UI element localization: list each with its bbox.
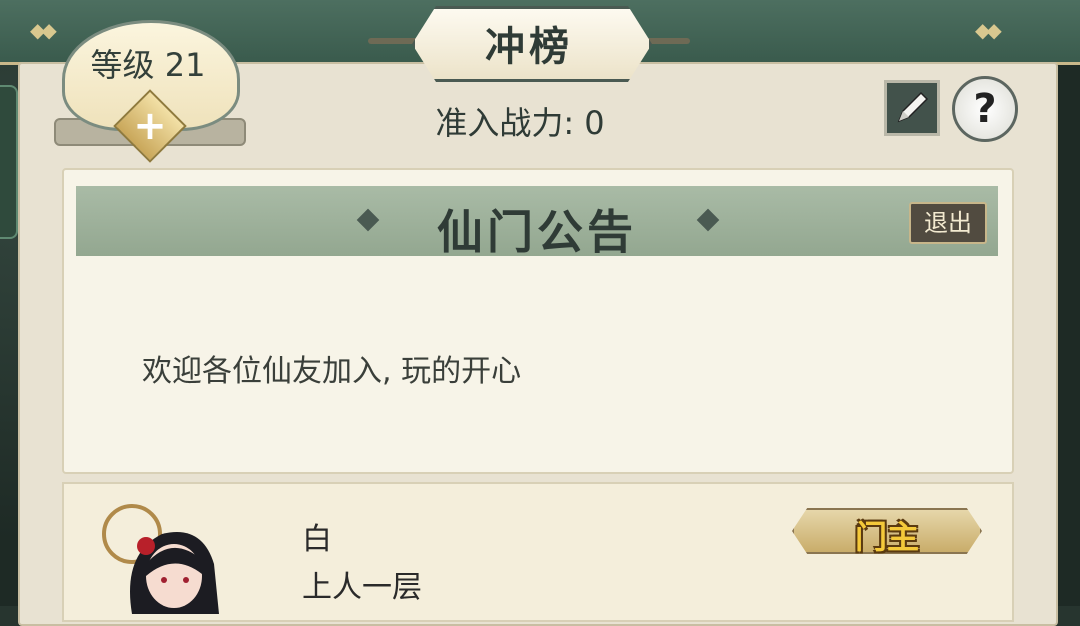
pencil-icon xyxy=(897,91,929,123)
question-icon: ? xyxy=(973,86,997,132)
notice-header: 仙门公告 退出 xyxy=(76,186,998,259)
notice-title: 仙门公告 xyxy=(437,205,637,259)
notice-body: 欢迎各位仙友加入, 玩的开心 xyxy=(142,354,522,389)
exit-button[interactable]: 退出 xyxy=(909,202,987,244)
help-button[interactable]: ? xyxy=(952,76,1018,142)
title-plate: 冲榜 xyxy=(368,2,690,82)
level-badge: 等级 21 + xyxy=(54,10,246,163)
avatar-portrait xyxy=(102,504,219,614)
edit-button[interactable] xyxy=(884,80,940,136)
member-name: 白 xyxy=(302,522,332,557)
page-title: 冲榜 xyxy=(485,24,573,70)
ornament-left-icon: ◆◆ xyxy=(30,18,57,42)
role-label: 门主 xyxy=(854,518,919,556)
member-card[interactable]: 白 上人一层 门主 xyxy=(62,482,1014,622)
plus-icon: + xyxy=(133,103,167,149)
side-tab[interactable] xyxy=(0,85,18,239)
level-label: 等级 21 xyxy=(90,46,206,84)
ornament-right-icon: ◆◆ xyxy=(975,18,1002,42)
member-rank: 上人一层 xyxy=(302,570,422,605)
entry-power: 准入战力: 0 xyxy=(435,104,605,142)
avatar[interactable] xyxy=(102,494,242,614)
role-badge: 门主 xyxy=(792,508,982,556)
notice-box: 仙门公告 退出 欢迎各位仙友加入, 玩的开心 xyxy=(62,168,1014,474)
